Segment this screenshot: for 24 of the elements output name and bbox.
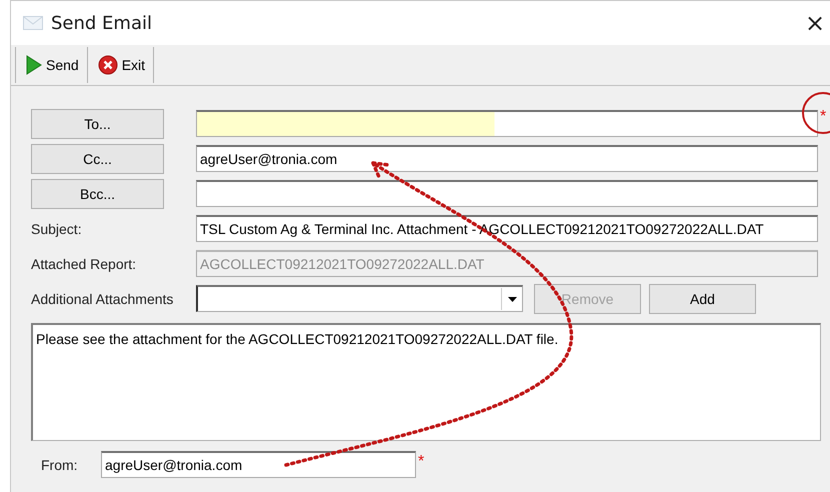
attachments-dropdown[interactable] bbox=[196, 285, 523, 312]
close-button[interactable]: × bbox=[800, 9, 830, 37]
recipient-button[interactable]: Cc... bbox=[31, 144, 164, 174]
send-button[interactable]: Send bbox=[15, 47, 88, 83]
recipient-button[interactable]: Bcc... bbox=[31, 178, 164, 208]
required-marker: * bbox=[820, 108, 828, 126]
subject-label: Subject: bbox=[31, 220, 83, 236]
from-label: From: bbox=[41, 456, 79, 472]
window-title: Send Email bbox=[51, 12, 152, 34]
recipient-field[interactable] bbox=[196, 180, 818, 207]
recipient-button[interactable]: To... bbox=[31, 108, 164, 138]
required-marker: * bbox=[418, 453, 426, 471]
exit-button[interactable]: Exit bbox=[88, 47, 154, 83]
envelope-icon bbox=[23, 16, 43, 30]
recipient-field[interactable]: agreUser@tronia.com bbox=[196, 145, 818, 172]
from-field[interactable]: agreUser@tronia.com bbox=[101, 451, 416, 478]
recipient-field[interactable] bbox=[196, 110, 818, 137]
message-body-field[interactable]: Please see the attachment for the AGCOLLECT09212021TO09272022ALL.DAT file. bbox=[31, 323, 821, 441]
caret-icon bbox=[508, 296, 516, 302]
close-icon bbox=[98, 55, 118, 75]
play-icon bbox=[26, 55, 42, 75]
attached-report-label: Attached Report: bbox=[31, 256, 138, 272]
attachments-label: Additional Attachments bbox=[31, 290, 174, 306]
add-button[interactable]: Add bbox=[649, 284, 756, 314]
